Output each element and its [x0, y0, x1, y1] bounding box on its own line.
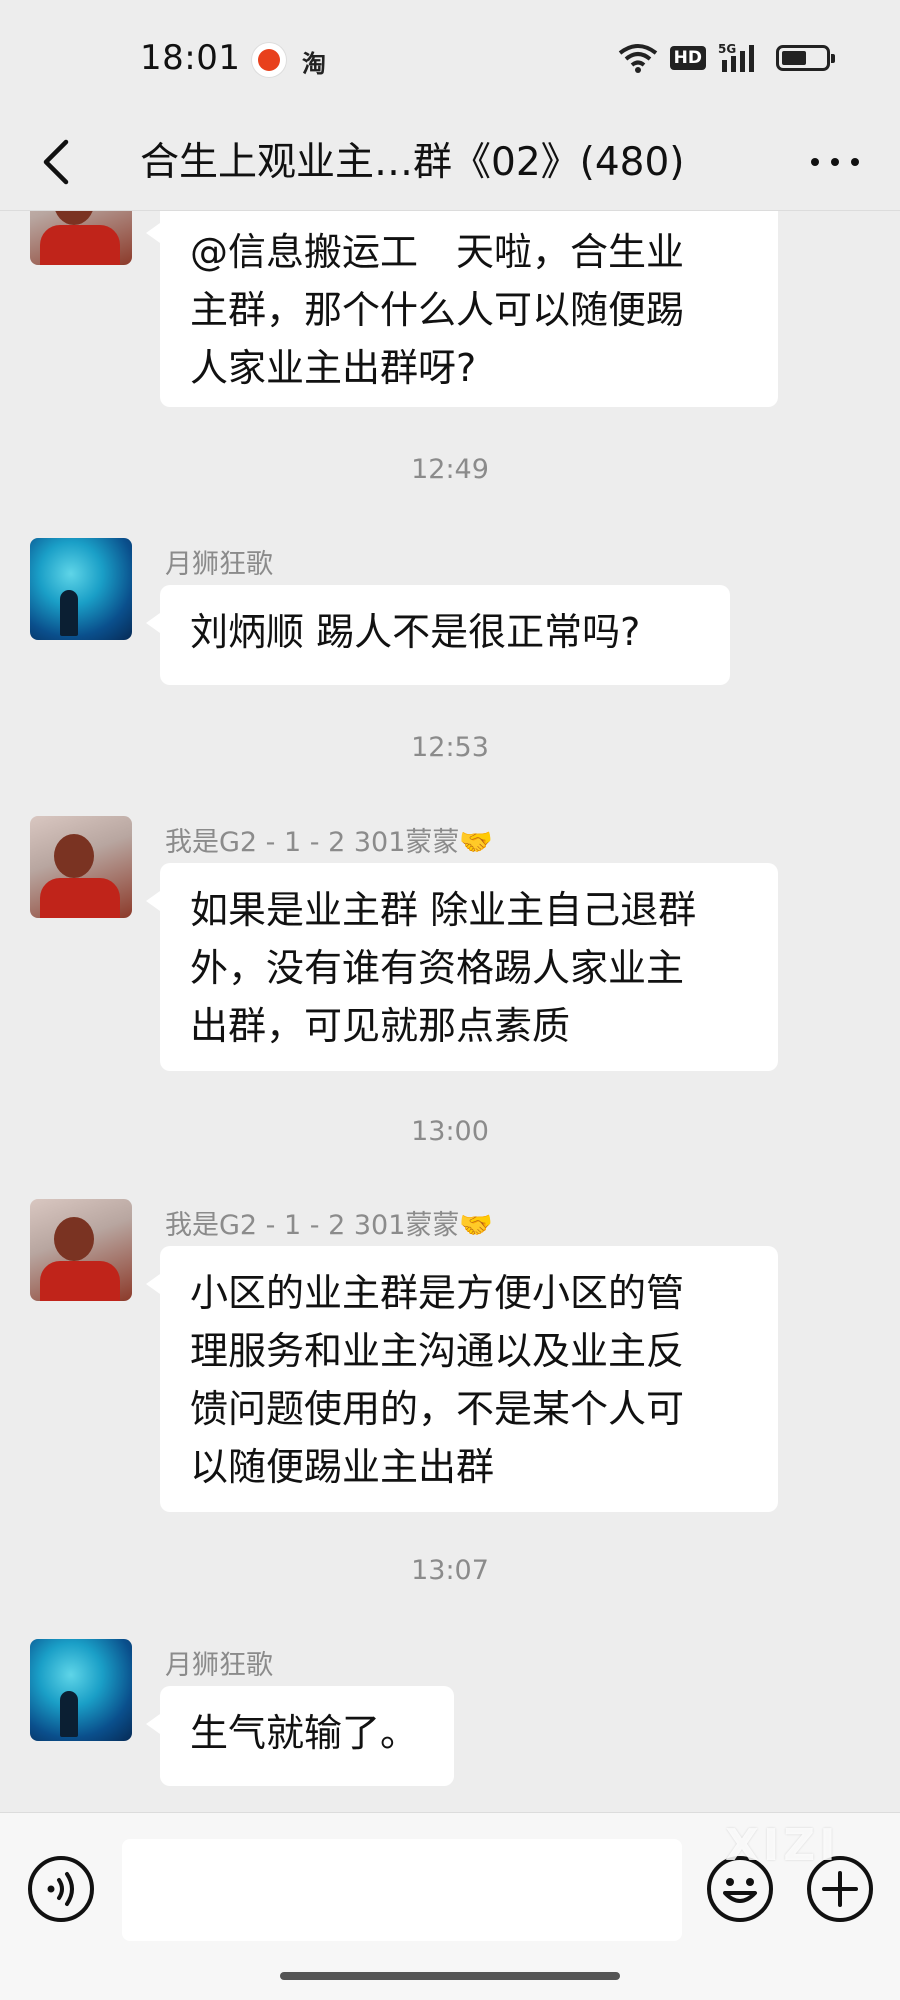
- sender-name: 月狮狂歌: [165, 1650, 273, 1681]
- timestamp: 12:49: [411, 454, 489, 485]
- more-dots-icon: [811, 158, 859, 166]
- status-time: 18:01: [140, 38, 241, 78]
- wifi-icon: [618, 44, 657, 73]
- message-bubble[interactable]: @信息搬运工 天啦，合生业 主群，那个什么人可以随便踢 人家业主出群呀?: [146, 211, 778, 407]
- signal-icon: 5G: [718, 42, 754, 72]
- sender-name: 我是G2 - 1 - 2 301蒙蒙🤝: [165, 827, 494, 858]
- timestamp: 13:07: [411, 1555, 489, 1586]
- message-list[interactable]: @信息搬运工 天啦，合生业 主群，那个什么人可以随便踢 人家业主出群呀? 12:…: [0, 211, 900, 1811]
- chat-header: 合生上观业主…群《02》(480): [0, 115, 900, 211]
- chat-title: 合生上观业主…群《02》(480): [140, 140, 685, 185]
- avatar[interactable]: [30, 538, 132, 640]
- chevron-left-icon: [43, 139, 69, 185]
- message-bubble[interactable]: 刘炳顺 踢人不是很正常吗?: [146, 585, 730, 685]
- avatar[interactable]: [30, 1639, 132, 1741]
- message-bubble[interactable]: 如果是业主群 除业主自己退群 外，没有谁有资格踢人家业主 出群，可见就那点素质: [146, 863, 778, 1071]
- timestamp: 12:53: [411, 732, 489, 763]
- voice-button[interactable]: [27, 1855, 95, 1923]
- sender-name: 我是G2 - 1 - 2 301蒙蒙🤝: [165, 1210, 494, 1241]
- timestamp: 13:00: [411, 1116, 489, 1147]
- message-bubble[interactable]: 小区的业主群是方便小区的管 理服务和业主沟通以及业主反 馈问题使用的，不是某个人…: [146, 1246, 778, 1512]
- watermark: XIZI: [725, 1820, 840, 1871]
- sender-name: 月狮狂歌: [165, 549, 273, 580]
- avatar[interactable]: [30, 211, 132, 265]
- status-bar: 18:01 淘 HD 5G: [0, 0, 900, 115]
- voice-icon: [28, 1856, 94, 1922]
- battery-icon: [776, 45, 835, 71]
- taobao-notification-icon: 淘: [302, 50, 326, 78]
- status-icons: HD 5G: [618, 38, 835, 78]
- more-options-button[interactable]: [800, 135, 870, 189]
- home-indicator[interactable]: [280, 1972, 620, 1980]
- chat-screen: 18:01 淘 HD 5G 合生上观业主…群《02》(480) @信息搬运工 天…: [0, 0, 900, 2000]
- app-notification-icon: [252, 43, 286, 77]
- network-type-label: 5G: [718, 42, 736, 56]
- message-input[interactable]: [122, 1839, 682, 1941]
- message-bubble[interactable]: 生气就输了。: [146, 1686, 454, 1786]
- hd-badge: HD: [669, 46, 706, 70]
- avatar[interactable]: [30, 1199, 132, 1301]
- back-button[interactable]: [30, 135, 80, 189]
- avatar[interactable]: [30, 816, 132, 918]
